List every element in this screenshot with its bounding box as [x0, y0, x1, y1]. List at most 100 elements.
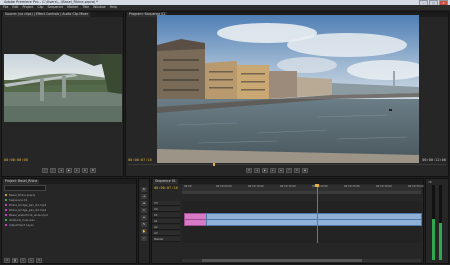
program-playhead[interactable]	[213, 163, 215, 166]
track-select-tool-icon[interactable]: ⇥	[141, 194, 147, 199]
project-search-input[interactable]	[4, 185, 46, 191]
trash-icon[interactable]: ✕	[36, 258, 42, 263]
export-frame-icon[interactable]: ◉	[302, 168, 308, 173]
tool-list: ➤ ⇥ ⇹ ✂ ↔ ✎ ✋ ⌕	[141, 187, 147, 241]
ruler-tick-label: 00:00:05:00	[216, 185, 232, 188]
ripple-edit-tool-icon[interactable]: ⇹	[141, 201, 147, 206]
menu-clip[interactable]: Clip	[37, 5, 43, 10]
timeline-playhead[interactable]	[317, 185, 318, 243]
label-color-swatch	[5, 209, 7, 211]
menu-bar: File Edit Project Clip Sequence Marker T…	[0, 5, 450, 10]
razor-tool-icon[interactable]: ✂	[141, 208, 147, 213]
timeline-zoom-scrollbar[interactable]	[182, 259, 421, 262]
menu-sequence[interactable]: Sequence	[47, 5, 63, 10]
pen-tool-icon[interactable]: ✎	[141, 222, 147, 227]
zoom-tool-icon[interactable]: ⌕	[141, 236, 147, 241]
mark-out-icon[interactable]: }	[50, 168, 56, 173]
audio-clip[interactable]	[184, 219, 208, 226]
new-bin-icon[interactable]: ▭	[20, 258, 26, 263]
tab-sequence[interactable]: Sequence 01	[153, 179, 178, 184]
list-item[interactable]: Ambient_river.wav	[4, 218, 132, 222]
step-forward-icon[interactable]: ▸	[270, 168, 276, 173]
list-item[interactable]: Rhine_bridge_pan_01.mp4	[4, 203, 132, 207]
ruler-tick-label: 00:00:30:00	[376, 185, 392, 188]
menu-project[interactable]: Project	[23, 5, 34, 10]
menu-help[interactable]: Help	[110, 5, 117, 10]
step-back-icon[interactable]: ◂	[254, 168, 260, 173]
tools-panel: ➤ ⇥ ⇹ ✂ ↔ ✎ ✋ ⌕	[138, 178, 150, 264]
slip-tool-icon[interactable]: ↔	[141, 215, 147, 220]
list-item[interactable]: Basel_Rhine.prproj	[4, 193, 132, 197]
source-video-image	[4, 54, 122, 122]
track-area[interactable]	[182, 184, 422, 243]
track-header-a2[interactable]: A2	[152, 225, 180, 230]
label-color-swatch	[5, 224, 7, 226]
ruler-tick-label: 00:00	[184, 185, 192, 188]
track-header-master[interactable]: Master	[152, 237, 180, 242]
work-area-bar[interactable]	[182, 191, 421, 194]
overwrite-icon[interactable]: ⊞	[90, 168, 96, 173]
scrollbar-thumb[interactable]	[202, 259, 362, 262]
menu-title[interactable]: Title	[82, 5, 89, 10]
timeline-panel: Sequence 01 00:00:07:16 00:00 00:00:05:0…	[151, 178, 424, 264]
source-video-frame	[4, 54, 122, 122]
program-monitor-panel: Program: Sequence 01 00:00:07:16 00:00:1…	[125, 11, 449, 177]
selection-tool-icon[interactable]: ➤	[141, 187, 147, 192]
source-monitor-panel: Source: (no clips) | Effect Controls | A…	[1, 11, 124, 177]
label-color-swatch	[5, 199, 7, 201]
step-back-icon[interactable]: ◂	[58, 168, 64, 173]
list-item[interactable]: Basel_waterfront_wide.mp4	[4, 213, 132, 217]
menu-file[interactable]: File	[3, 5, 8, 10]
tab-source[interactable]: Source: (no clips) | Effect Controls | A…	[3, 12, 91, 17]
menu-window[interactable]: Window	[93, 5, 106, 10]
play-icon[interactable]: ▶	[262, 168, 268, 173]
play-icon[interactable]: ▶	[66, 168, 72, 173]
source-transport-controls: { } ◂ ▶ ▸ ⊕ ⊞	[42, 168, 96, 173]
hand-tool-icon[interactable]: ✋	[141, 229, 147, 234]
meter-label: dB	[428, 180, 432, 184]
label-color-swatch	[5, 214, 7, 216]
menu-marker[interactable]: Marker	[67, 5, 78, 10]
go-to-in-icon[interactable]: ⏮	[246, 168, 252, 173]
step-forward-icon[interactable]: ▸	[74, 168, 80, 173]
new-item-icon[interactable]: +	[28, 258, 34, 263]
program-timecode: 00:00:07:16	[128, 158, 152, 162]
list-item[interactable]: Rhine_bridge_pan_02.mp4	[4, 208, 132, 212]
project-tabbar: Project: Basel_Rhine	[2, 179, 136, 184]
track-header-v3[interactable]: V3	[152, 201, 180, 206]
track-header-v2[interactable]: V2	[152, 207, 180, 212]
mark-in-icon[interactable]: {	[42, 168, 48, 173]
ruler-tick-label: 00:00:25:00	[344, 185, 360, 188]
list-item[interactable]: Adjustment Layer	[4, 223, 132, 227]
meter-level-right	[439, 223, 442, 260]
audio-clip[interactable]	[206, 219, 422, 226]
track-header-v1[interactable]: V1	[152, 213, 180, 218]
track-header-a1[interactable]: A1	[152, 219, 180, 224]
label-color-swatch	[5, 219, 7, 221]
icon-view-icon[interactable]: ▦	[12, 258, 18, 263]
program-duration: 00:00:12:06	[422, 158, 446, 162]
timeline-tabbar: Sequence 01	[152, 179, 423, 184]
list-item[interactable]: Sequence 01	[4, 198, 132, 202]
project-footer-buttons: ≡ ▦ ▭ + ✕	[4, 258, 42, 263]
menu-edit[interactable]: Edit	[12, 5, 18, 10]
program-transport-controls: ⏮ ◂ ▶ ▸ ⏭ ⇡ ⇟ ◉	[246, 168, 308, 173]
extract-icon[interactable]: ⇟	[294, 168, 300, 173]
audio-meter-panel: dB	[425, 178, 449, 264]
ruler-tick-label: 00:00:10:00	[248, 185, 264, 188]
track-header-a3[interactable]: A3	[152, 231, 180, 236]
source-monitor-tabbar: Source: (no clips) | Effect Controls | A…	[2, 12, 123, 17]
label-color-swatch	[5, 194, 7, 196]
program-video-frame	[157, 15, 419, 163]
meter-level-left	[432, 219, 435, 260]
label-color-swatch	[5, 204, 7, 206]
insert-icon[interactable]: ⊕	[82, 168, 88, 173]
ruler-tick-label: 00:00:35:00	[408, 185, 424, 188]
lift-icon[interactable]: ⇡	[286, 168, 292, 173]
ruler-tick-label: 00:00:15:00	[280, 185, 296, 188]
go-to-out-icon[interactable]: ⏭	[278, 168, 284, 173]
playhead-handle[interactable]	[315, 184, 319, 187]
program-scrub-bar[interactable]	[128, 163, 446, 166]
list-view-icon[interactable]: ≡	[4, 258, 10, 263]
tab-project[interactable]: Project: Basel_Rhine	[3, 179, 40, 184]
